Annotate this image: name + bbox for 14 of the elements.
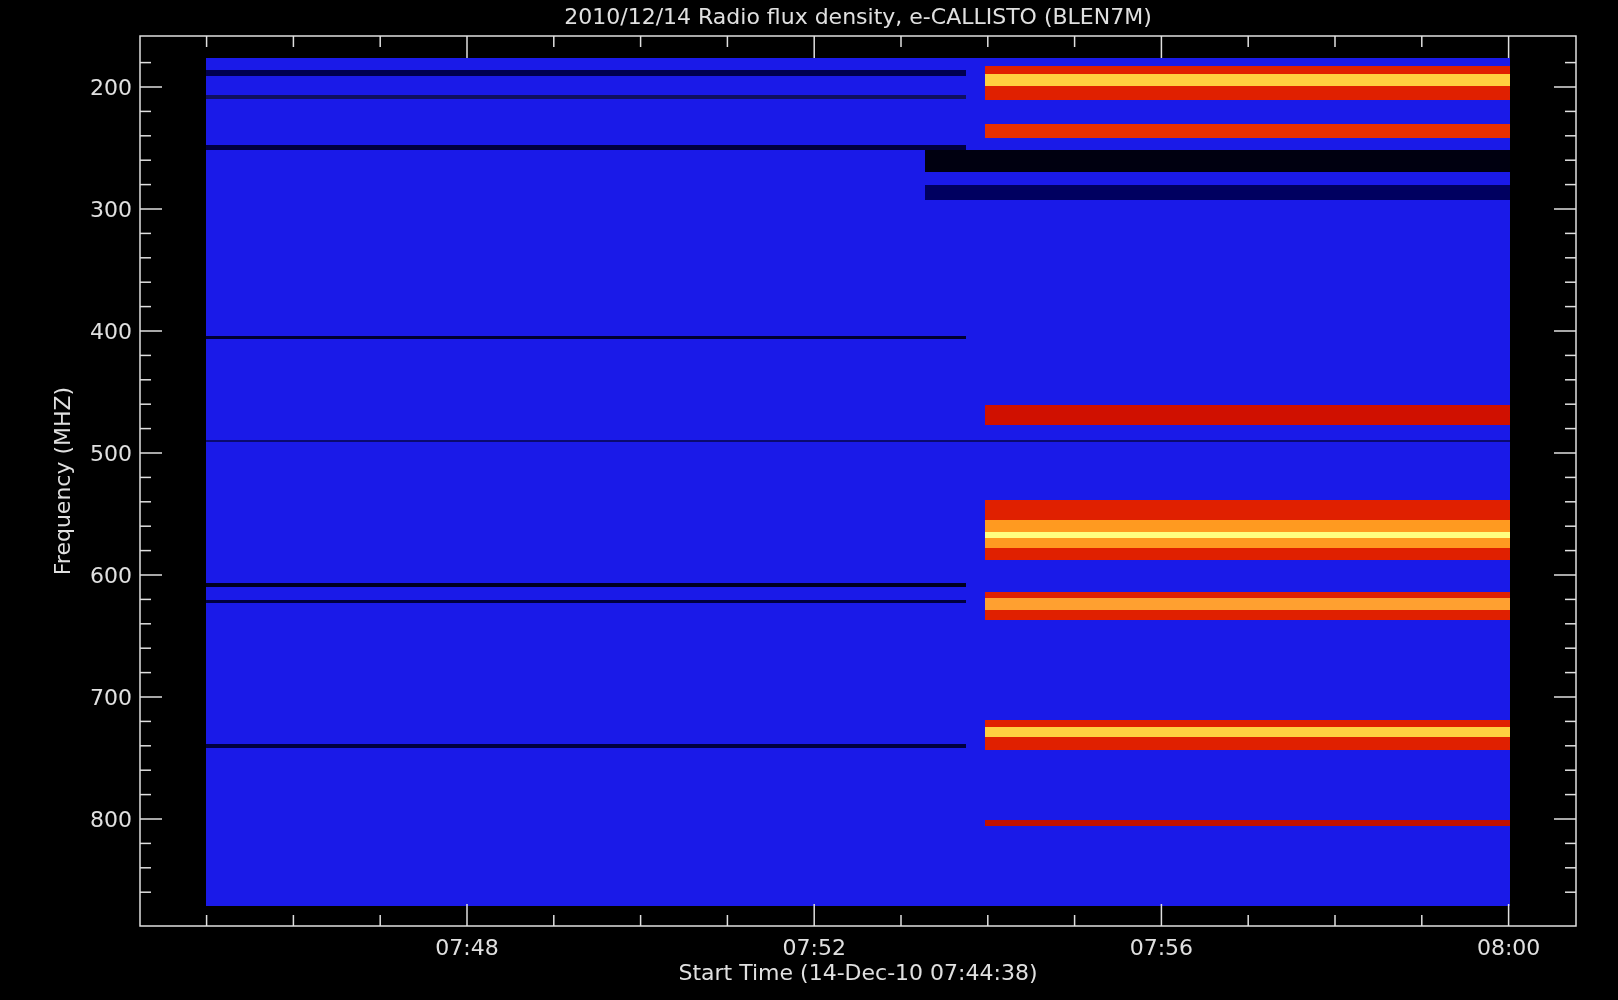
y-tick-label: 200: [90, 75, 132, 100]
y-tick-label: 400: [90, 319, 132, 344]
x-tick-label: 08:00: [1476, 935, 1541, 960]
x-axis-label: Start Time (14-Dec-10 07:44:38): [678, 960, 1038, 985]
y-tick-label: 600: [90, 563, 132, 588]
chart-title: 2010/12/14 Radio flux density, e-CALLISTO (BLEN7M): [564, 4, 1152, 29]
y-tick-label: 300: [90, 197, 132, 222]
y-tick-label: 800: [90, 807, 132, 832]
y-tick-label: 500: [90, 441, 132, 466]
x-tick-label: 07:56: [1129, 935, 1194, 960]
x-tick-label: 07:52: [782, 935, 846, 960]
y-tick-label: 700: [90, 685, 132, 710]
x-tick-label: 07:48: [435, 935, 499, 960]
y-axis-label: Frequency (MHZ): [50, 386, 75, 576]
